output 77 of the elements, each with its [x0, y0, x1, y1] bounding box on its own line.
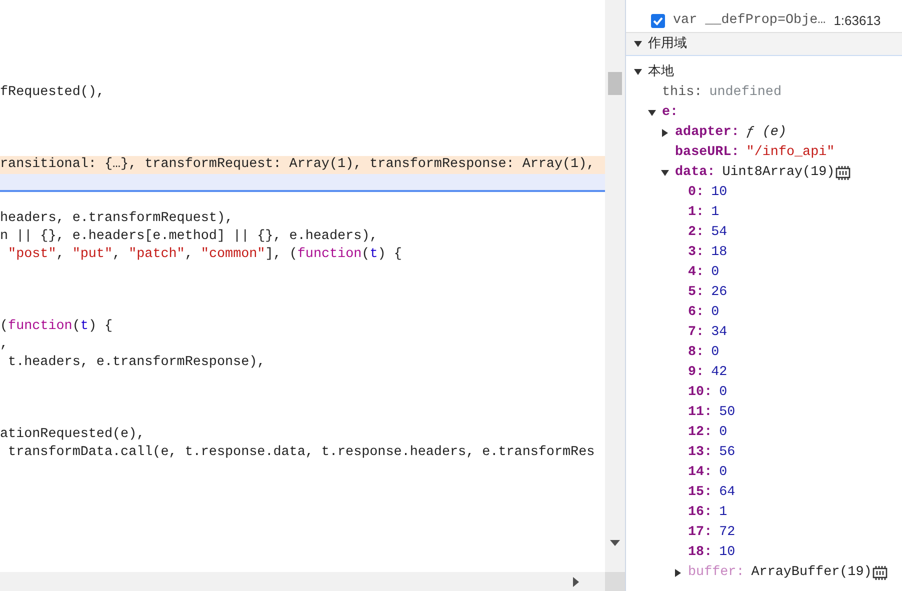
scrollbar-corner	[605, 572, 625, 591]
property-name: 14:	[688, 464, 712, 482]
property-name: 10:	[688, 384, 712, 402]
expand-triangle-icon[interactable]	[661, 129, 669, 137]
code-line: fRequested(),	[0, 84, 106, 102]
property-value: 34	[711, 324, 728, 342]
property-name: 2:	[688, 224, 704, 242]
memory-chip-icon[interactable]	[834, 165, 851, 181]
property-name: 9:	[688, 364, 704, 382]
property-value: 1	[711, 204, 720, 222]
property-name: data:	[675, 164, 716, 182]
collapse-triangle-icon[interactable]	[634, 68, 642, 76]
breakpoint-code: var __defProp=Obje…	[673, 12, 826, 30]
collapse-triangle-icon[interactable]	[661, 169, 669, 177]
property-value: 54	[711, 224, 728, 242]
collapse-triangle-icon[interactable]	[648, 109, 656, 117]
property-value: 0	[711, 304, 720, 322]
property-name: e:	[662, 104, 678, 122]
property-name: 8:	[688, 344, 704, 362]
property-name: 5:	[688, 284, 704, 302]
code-line: t.headers, e.transformResponse),	[7, 354, 266, 372]
code-line: ,	[0, 336, 10, 354]
scrollbar-thumb[interactable]	[608, 72, 622, 95]
scroll-down-arrow-icon[interactable]	[610, 540, 620, 546]
property-name: baseURL:	[675, 144, 740, 162]
property-value: 26	[711, 284, 728, 302]
property-name: 7:	[688, 324, 704, 342]
property-value: 42	[711, 364, 728, 382]
property-value: 10	[719, 544, 736, 562]
property-value: undefined	[709, 84, 782, 102]
property-value: 0	[719, 424, 728, 442]
property-name: this:	[662, 84, 702, 102]
property-name: adapter:	[675, 124, 740, 142]
property-value: 56	[719, 444, 736, 462]
property-name: 1:	[688, 204, 704, 222]
property-value: 0	[711, 344, 720, 362]
horizontal-scrollbar[interactable]	[0, 572, 625, 591]
expand-triangle-icon[interactable]	[674, 569, 682, 577]
section-title[interactable]: 作用域	[648, 34, 687, 54]
code-line: ationRequested(e),	[0, 426, 146, 444]
code-line: n || {}, e.headers[e.method] || {}, e.headers),	[0, 228, 379, 246]
property-value: 72	[719, 524, 736, 542]
property-name: 11:	[688, 404, 712, 422]
property-name: 18:	[688, 544, 712, 562]
property-name: 0:	[688, 184, 704, 202]
memory-chip-icon[interactable]	[872, 565, 888, 581]
property-value: 64	[719, 484, 736, 502]
property-name: buffer:	[688, 564, 744, 582]
property-value: 18	[711, 244, 728, 262]
property-value: 0	[719, 464, 728, 482]
property-value: 10	[711, 184, 728, 202]
property-name: 16:	[688, 504, 712, 522]
property-value: 1	[719, 504, 728, 522]
code-line: "post", "put", "patch", "common"], (function(t) {	[7, 246, 403, 264]
property-name: 15:	[688, 484, 712, 502]
property-name: 13:	[688, 444, 712, 462]
checkbox[interactable]	[651, 14, 665, 28]
property-value: ArrayBuffer(19)	[751, 564, 872, 582]
property-value: 50	[719, 404, 736, 422]
property-name: 4:	[688, 264, 704, 282]
scope-group-title[interactable]: 本地	[648, 62, 674, 82]
breakpoint-location[interactable]: 1:63613	[834, 11, 881, 31]
code-line: headers, e.transformRequest),	[0, 210, 234, 228]
property-name: 6:	[688, 304, 704, 322]
property-value: "/info_api"	[746, 144, 835, 162]
property-value: ƒ (e)	[746, 124, 786, 142]
code-line: (function(t) {	[0, 318, 114, 336]
scroll-right-arrow-icon[interactable]	[573, 576, 579, 586]
property-name: 12:	[688, 424, 712, 442]
property-value: Uint8Array(19)	[722, 164, 835, 182]
vertical-scrollbar[interactable]	[605, 0, 625, 572]
property-value: 0	[719, 384, 728, 402]
code-line: transformData.call(e, t.response.data, t.response.headers, e.transformRes	[7, 444, 596, 462]
property-name: 3:	[688, 244, 704, 262]
collapse-triangle-icon[interactable]	[634, 40, 642, 48]
property-value: 0	[711, 264, 720, 282]
property-name: 17:	[688, 524, 712, 542]
